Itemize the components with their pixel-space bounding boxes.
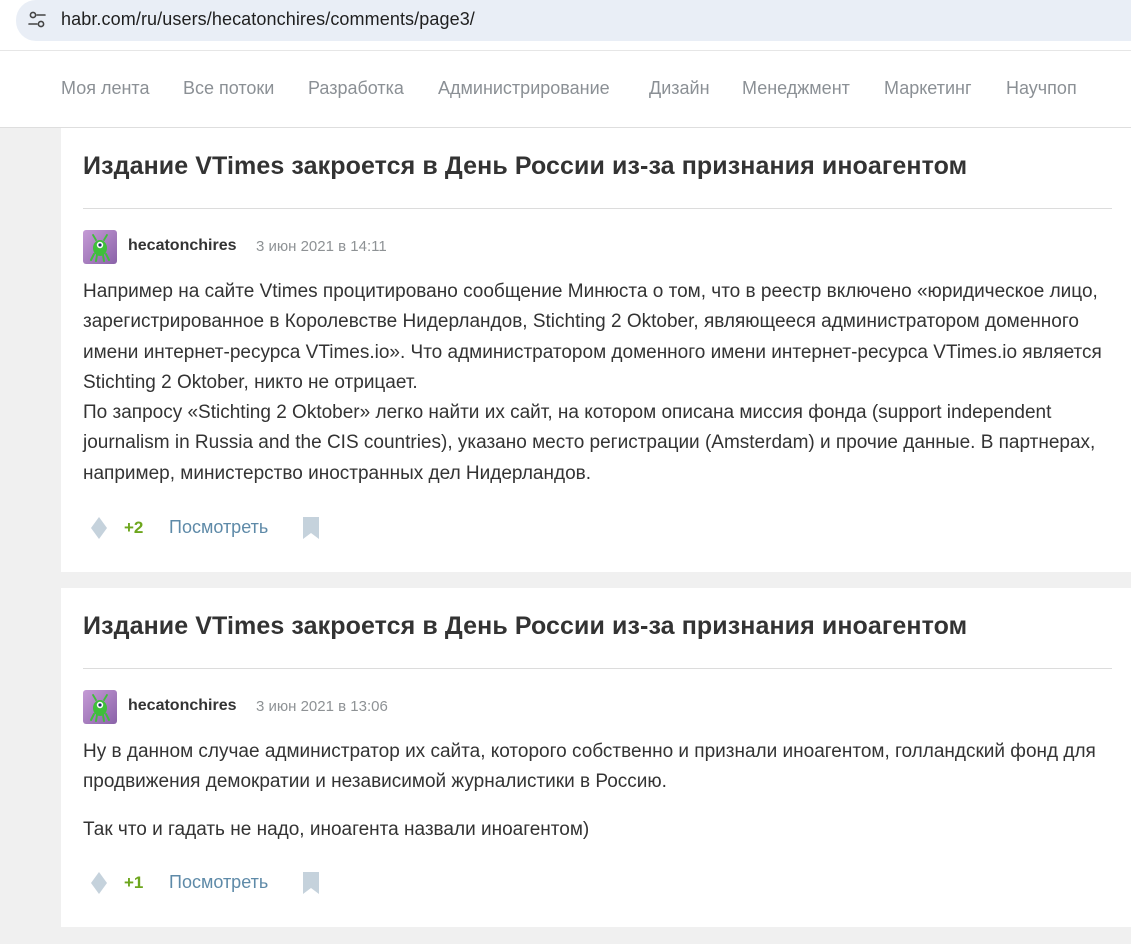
comment-text: Ну в данном случае администратор их сайт…	[83, 737, 1123, 845]
nav-item-management[interactable]: Менеджмент	[742, 78, 850, 99]
vote-icon[interactable]	[90, 516, 108, 540]
bookmark-icon[interactable]	[301, 871, 321, 895]
username-link[interactable]: hecatonchires	[128, 237, 236, 255]
article-title-link[interactable]: Издание VTimes закроется в День России и…	[83, 612, 967, 641]
comment-text: Например на сайте Vtimes процитировано с…	[83, 277, 1123, 489]
comment-score: +2	[124, 518, 144, 537]
comment-date[interactable]: 3 июн 2021 в 13:06	[256, 698, 388, 715]
comment-paragraph: Например на сайте Vtimes процитировано с…	[83, 281, 1102, 393]
comment-card: Издание VTimes закроется в День России и…	[61, 128, 1131, 572]
browser-toolbar: habr.com/ru/users/hecatonchires/comments…	[0, 0, 1131, 50]
comment-paragraph: Ну в данном случае администратор их сайт…	[83, 741, 1096, 793]
comment-score: +1	[124, 873, 144, 892]
nav-item-administration[interactable]: Администрирование	[438, 78, 610, 99]
nav-item-development[interactable]: Разработка	[308, 78, 404, 99]
nav-item-popsci[interactable]: Научпоп	[1006, 78, 1077, 99]
tune-icon[interactable]	[22, 4, 52, 36]
divider	[83, 208, 1112, 209]
username-link[interactable]: hecatonchires	[128, 697, 236, 715]
comment-card: Издание VTimes закроется в День России и…	[61, 588, 1131, 927]
bookmark-icon[interactable]	[301, 516, 321, 540]
comment-date[interactable]: 3 июн 2021 в 14:11	[256, 238, 387, 255]
comment-paragraph: Так что и гадать не надо, иноагента назв…	[83, 818, 590, 840]
nav-item-marketing[interactable]: Маркетинг	[884, 78, 972, 99]
nav-item-all-flows[interactable]: Все потоки	[183, 78, 274, 99]
comment-paragraph: По запросу «Stichting 2 Oktober» легко н…	[83, 402, 1096, 484]
avatar[interactable]	[83, 230, 117, 264]
nav-item-my-feed[interactable]: Моя лента	[61, 78, 149, 99]
nav-item-design[interactable]: Дизайн	[649, 78, 710, 99]
url-text[interactable]: habr.com/ru/users/hecatonchires/comments…	[61, 9, 475, 30]
view-comment-link[interactable]: Посмотреть	[169, 872, 268, 893]
article-title-link[interactable]: Издание VTimes закроется в День России и…	[83, 152, 967, 181]
divider	[83, 668, 1112, 669]
avatar[interactable]	[83, 690, 117, 724]
vote-icon[interactable]	[90, 871, 108, 895]
hubs-nav: Моя лента Все потоки Разработка Админист…	[0, 50, 1131, 128]
view-comment-link[interactable]: Посмотреть	[169, 517, 268, 538]
